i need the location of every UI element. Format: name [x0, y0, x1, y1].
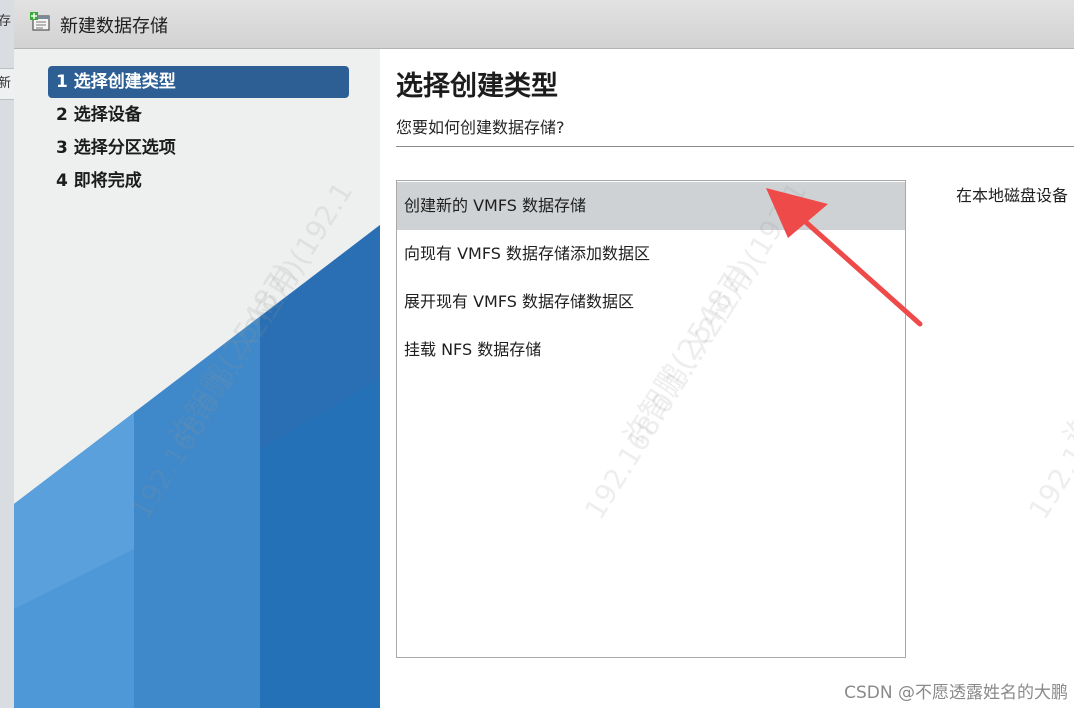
- page-subtitle: 您要如何创建数据存储?: [396, 118, 565, 137]
- credit-watermark: CSDN @不愿透露姓名的大鹏: [844, 683, 1068, 703]
- watermark-name: 许智鹏(25487): [1056, 257, 1074, 453]
- dialog-title: 新建数据存储: [60, 16, 168, 37]
- option-description: 在本地磁盘设备: [956, 186, 1069, 205]
- background-app-tab-fragment: 新: [0, 68, 14, 100]
- watermark-ip: 192.168.0.1...X2应用)(192.1: [1022, 176, 1074, 526]
- new-datastore-dialog: 新建数据存储 1 选择创建类型 2 选择设备 3 选择分区选项 4 即将完成 选…: [14, 0, 1074, 708]
- background-app-strip: 存 新: [0, 0, 15, 708]
- new-datastore-icon: [30, 12, 50, 31]
- page-title: 选择创建类型: [396, 71, 558, 102]
- wizard-step-nav: 1 选择创建类型 2 选择设备 3 选择分区选项 4 即将完成: [14, 49, 380, 708]
- annotation-arrow-icon: [766, 188, 923, 327]
- nav-step-ready-to-complete[interactable]: 4 即将完成: [48, 165, 348, 197]
- header-divider: [396, 146, 1074, 147]
- background-app-fragment: 存: [0, 10, 11, 29]
- nav-step-select-type[interactable]: 1 选择创建类型: [48, 66, 349, 98]
- nav-step-partition-options[interactable]: 3 选择分区选项: [48, 132, 348, 164]
- nav-step-select-device[interactable]: 2 选择设备: [48, 99, 348, 131]
- title-bar[interactable]: 新建数据存储: [14, 0, 1074, 49]
